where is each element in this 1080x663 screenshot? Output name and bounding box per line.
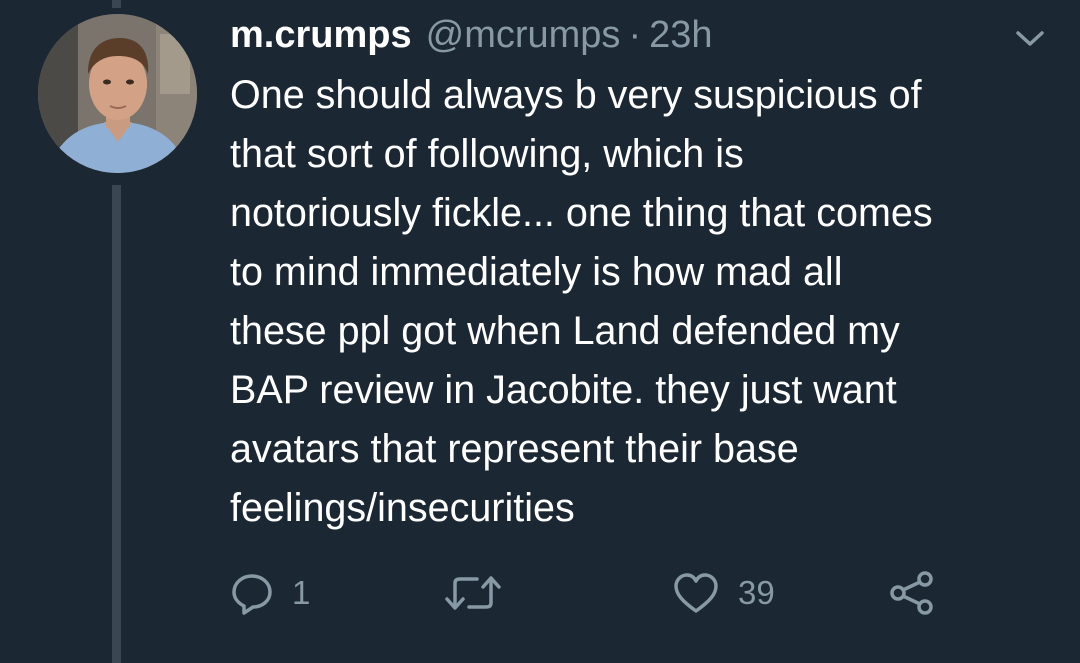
tweet-text-line: to mind immediately is how mad all: [230, 250, 843, 294]
separator-dot: ·: [628, 14, 642, 56]
reply-count: 1: [292, 574, 311, 611]
tweet-text-line: avatars that represent their base: [230, 427, 799, 471]
tweet-header: m.crumps @mcrumps · 23h: [230, 10, 713, 60]
heart-icon: [672, 571, 720, 615]
display-name[interactable]: m.crumps: [230, 10, 412, 60]
user-handle[interactable]: @mcrumps: [426, 10, 621, 60]
retweet-icon: [443, 571, 503, 615]
tweet-text-line: feelings/insecurities: [230, 486, 575, 530]
tweet-actions: 1 39: [0, 562, 1080, 624]
tweet-text: One should always b very suspicious of t…: [230, 66, 1060, 538]
reply-button[interactable]: 1: [230, 562, 310, 624]
avatar[interactable]: [38, 14, 197, 173]
avatar-image: [38, 14, 197, 173]
like-button[interactable]: 39: [672, 562, 775, 624]
tweet-text-line: notoriously fickle... one thing that com…: [230, 191, 933, 235]
retweet-button[interactable]: [443, 562, 521, 624]
tweet[interactable]: m.crumps @mcrumps · 23h One should alway…: [0, 0, 1080, 663]
thread-line-top: [112, 0, 121, 8]
share-icon: [888, 570, 936, 616]
reply-icon: [230, 571, 274, 615]
tweet-text-line: that sort of following, which is: [230, 132, 744, 176]
tweet-text-line: BAP review in Jacobite. they just want: [230, 368, 897, 412]
like-count: 39: [738, 574, 775, 611]
tweet-text-line: these ppl got when Land defended my: [230, 309, 900, 353]
share-button[interactable]: [888, 562, 936, 624]
timestamp[interactable]: 23h: [649, 10, 712, 60]
tweet-text-line: One should always b very suspicious of: [230, 73, 922, 117]
chevron-down-icon[interactable]: [1010, 24, 1050, 54]
